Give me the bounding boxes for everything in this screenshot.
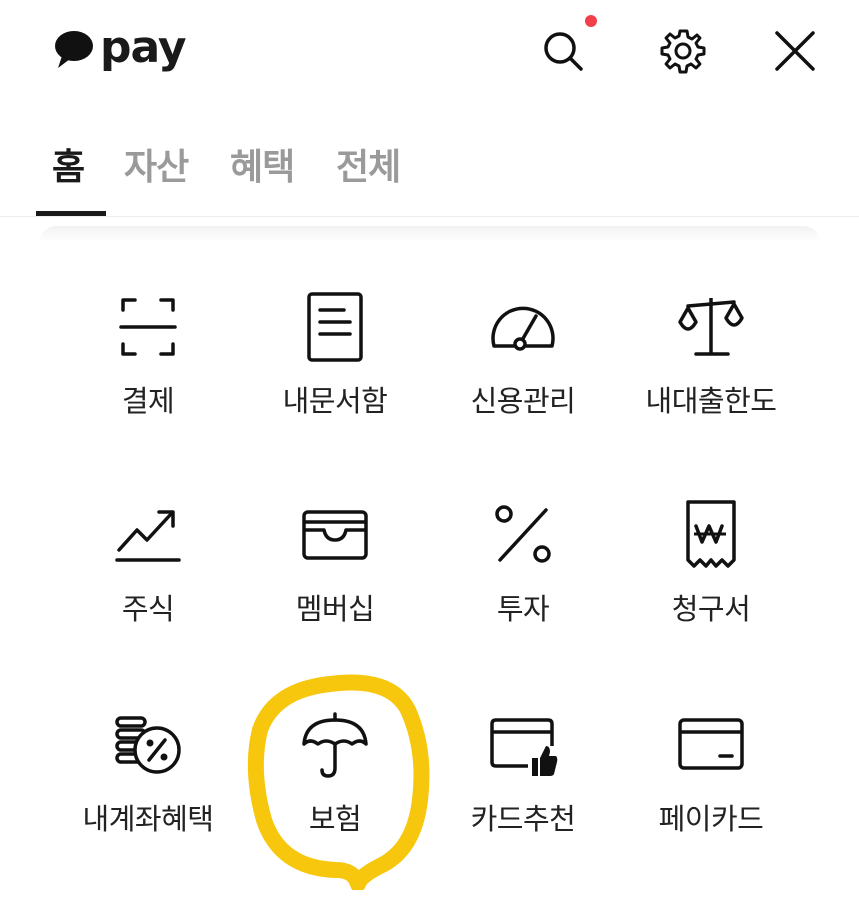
menu-item-card-recommend[interactable]: 카드추천 bbox=[423, 710, 623, 870]
menu-item-label: 내계좌혜택 bbox=[82, 802, 214, 836]
menu-item-label: 투자 bbox=[496, 592, 550, 626]
receipt-won-icon bbox=[686, 500, 736, 568]
service-menu-grid: 결제 내문서함 신용관리 내대출한도 주식 멤버십 투자 청구서 내계좌혜택 보… bbox=[0, 0, 859, 922]
menu-item-label: 보험 bbox=[308, 802, 362, 836]
menu-item-credit[interactable]: 신용관리 bbox=[423, 292, 623, 452]
coins-percent-icon bbox=[115, 716, 181, 774]
menu-item-loan-limit[interactable]: 내대출한도 bbox=[611, 292, 811, 452]
menu-item-account-benefits[interactable]: 내계좌혜택 bbox=[48, 710, 248, 870]
menu-item-stocks[interactable]: 주식 bbox=[48, 500, 248, 660]
menu-item-label: 페이카드 bbox=[658, 802, 764, 836]
menu-item-label: 결제 bbox=[121, 384, 175, 418]
document-icon bbox=[307, 292, 363, 362]
menu-item-payment[interactable]: 결제 bbox=[48, 292, 248, 452]
menu-item-insurance[interactable]: 보험 bbox=[235, 710, 435, 870]
menu-item-label: 내문서함 bbox=[282, 384, 388, 418]
scan-icon bbox=[119, 298, 177, 356]
menu-item-invest[interactable]: 투자 bbox=[423, 500, 623, 660]
menu-item-label: 주식 bbox=[121, 592, 175, 626]
menu-item-bills[interactable]: 청구서 bbox=[611, 500, 811, 660]
menu-item-label: 카드추천 bbox=[470, 802, 576, 836]
menu-item-label: 내대출한도 bbox=[645, 384, 777, 418]
menu-item-label: 신용관리 bbox=[470, 384, 576, 418]
umbrella-icon bbox=[302, 712, 368, 778]
card-icon bbox=[678, 718, 744, 770]
gauge-icon bbox=[491, 306, 555, 351]
trend-up-icon bbox=[115, 510, 181, 562]
menu-item-documents[interactable]: 내문서함 bbox=[235, 292, 435, 452]
percent-icon bbox=[495, 505, 551, 563]
menu-item-membership[interactable]: 멤버십 bbox=[235, 500, 435, 660]
wallet-icon bbox=[302, 510, 368, 560]
menu-item-pay-card[interactable]: 페이카드 bbox=[611, 710, 811, 870]
card-thumbs-up-icon bbox=[490, 718, 558, 776]
scale-icon bbox=[678, 298, 744, 356]
menu-item-label: 멤버십 bbox=[295, 592, 375, 626]
menu-item-label: 청구서 bbox=[671, 592, 751, 626]
